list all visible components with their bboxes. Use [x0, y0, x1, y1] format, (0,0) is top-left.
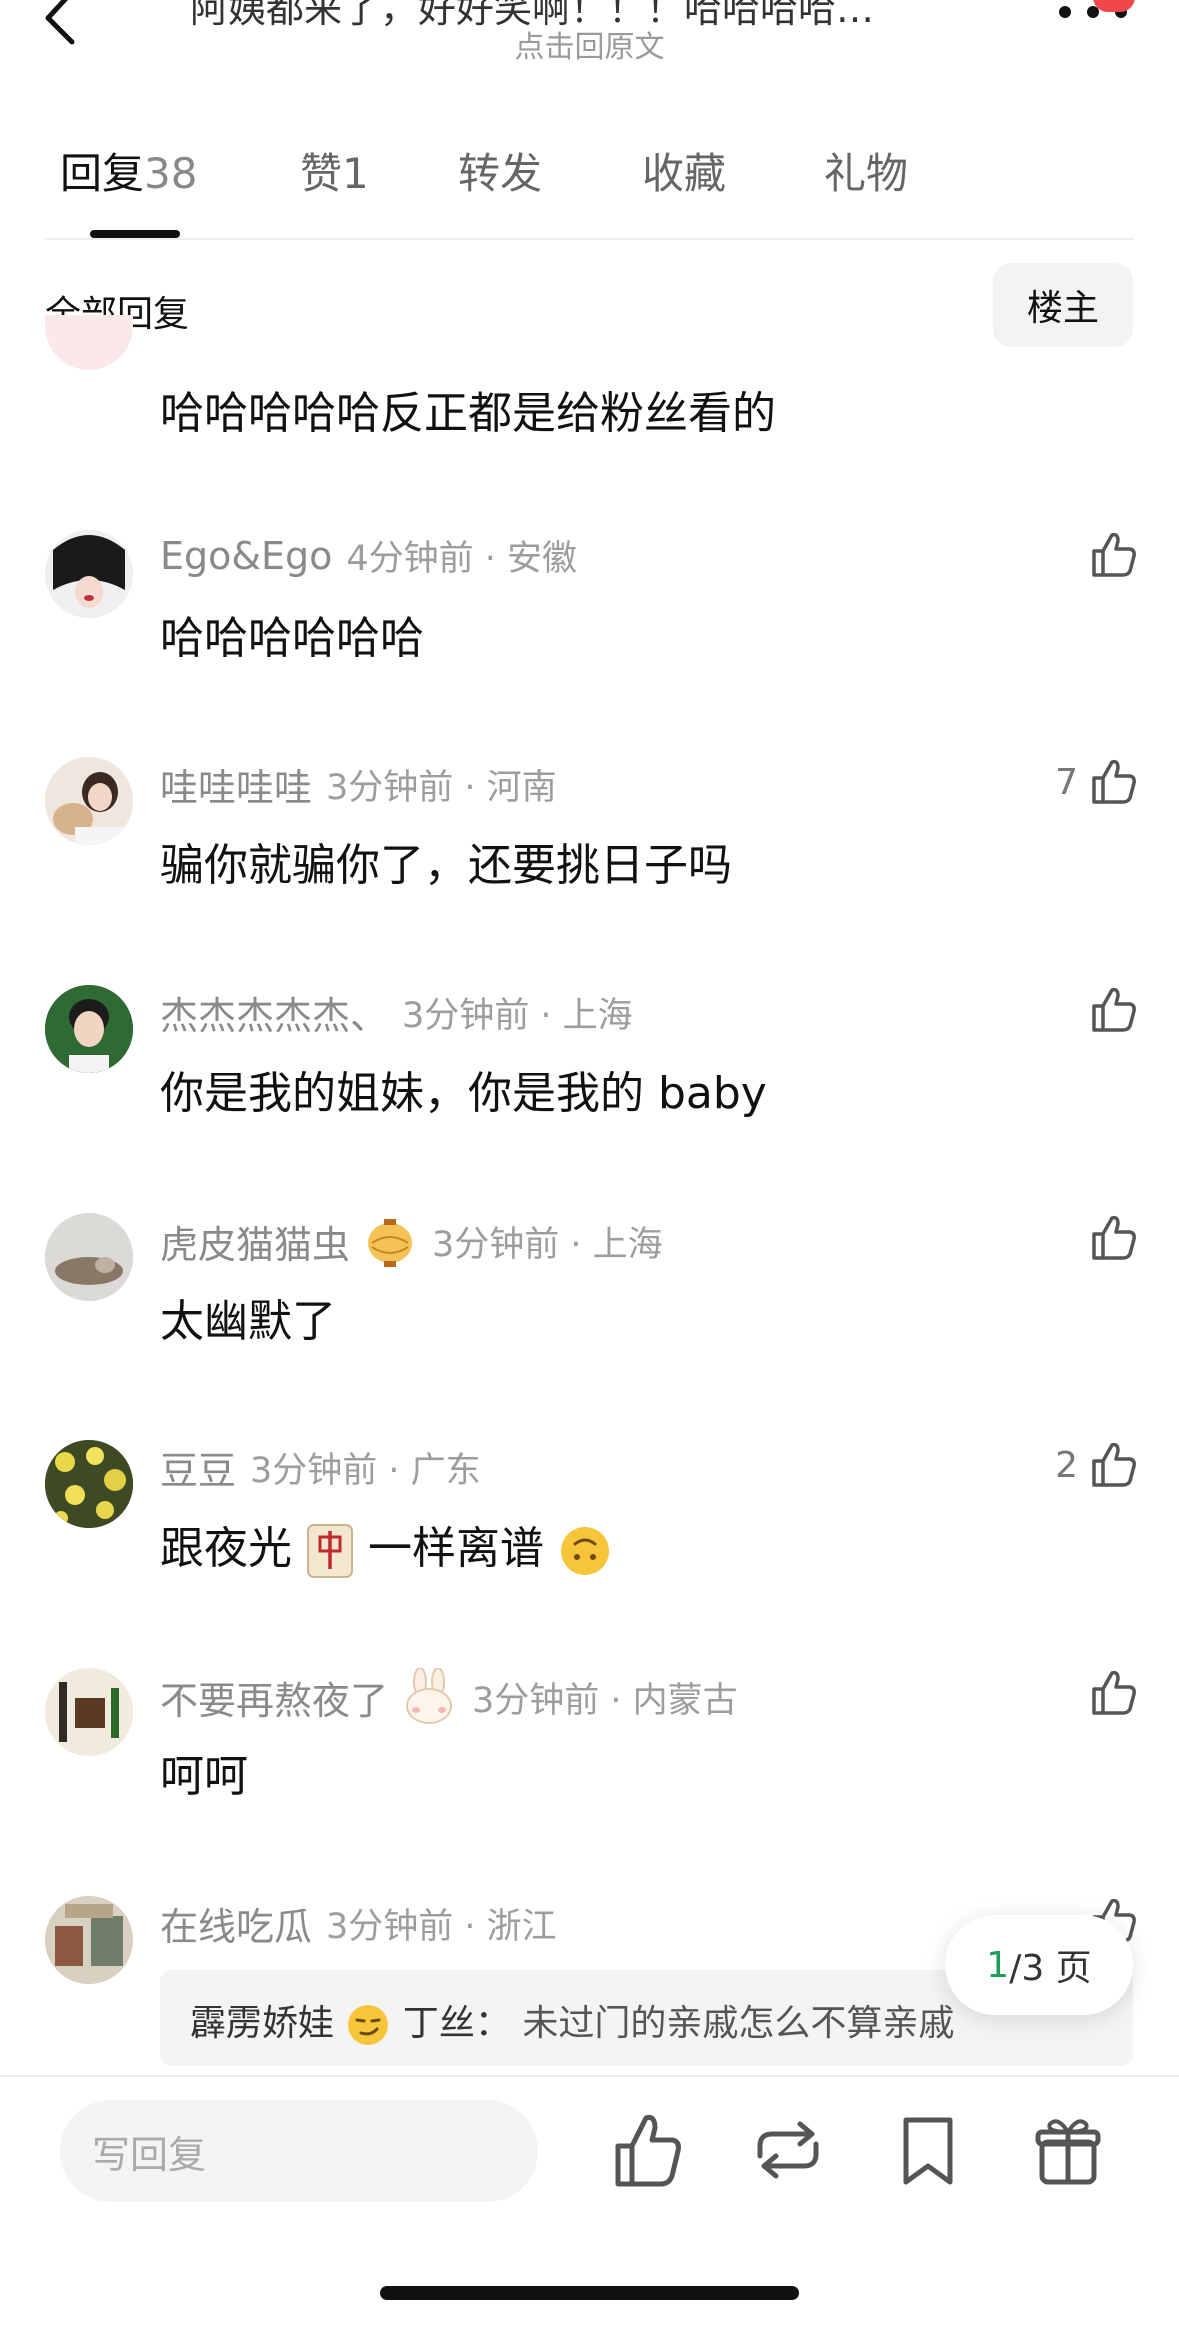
- tab-likes[interactable]: 赞1: [300, 140, 369, 201]
- like-button[interactable]: [1040, 520, 1140, 590]
- thumbs-up-icon: [1092, 1670, 1136, 1715]
- like-button[interactable]: 7: [1040, 747, 1140, 817]
- timestamp-location: 3分钟前 · 上海: [402, 996, 633, 1036]
- like-count: 2: [1055, 1444, 1078, 1486]
- comment-meta: 虎皮猫猫虫 3分钟前 · 上海: [160, 1213, 663, 1269]
- timestamp-location: 3分钟前 · 浙江: [326, 1907, 557, 1947]
- comment-text: 太幽默了: [160, 1296, 336, 1347]
- timestamp-location: 3分钟前 · 内蒙古: [472, 1680, 738, 1721]
- timestamp-location: 4分钟前 · 安徽: [346, 539, 578, 579]
- thumbs-up-icon: [1092, 759, 1136, 804]
- avatar[interactable]: [45, 985, 133, 1073]
- gift-icon[interactable]: [1028, 2108, 1108, 2192]
- like-button[interactable]: [1040, 1658, 1140, 1728]
- mahjong-zhong-icon: [307, 1524, 353, 1578]
- page-indicator[interactable]: 1 /3 页: [945, 1915, 1133, 2015]
- like-button[interactable]: 2: [1040, 1430, 1140, 1500]
- tab-bar: 回复38 赞1 转发 收藏 礼物: [0, 140, 1179, 240]
- comment-text: 哈哈哈哈哈反正都是给粉丝看的: [160, 388, 776, 439]
- tab-replies[interactable]: 回复38: [60, 140, 197, 201]
- upside-down-face-icon: [561, 1527, 609, 1575]
- thumbs-up-icon: [1092, 532, 1136, 577]
- comment-text: 哈哈哈哈哈哈: [160, 613, 424, 664]
- current-page: 1: [986, 1944, 1010, 1986]
- bookmark-icon[interactable]: [888, 2108, 968, 2192]
- avatar[interactable]: [45, 1896, 133, 1984]
- avatar[interactable]: [45, 1668, 133, 1756]
- like-post-icon[interactable]: [608, 2108, 688, 2192]
- comment-meta: Ego&Ego 4分钟前 · 安徽: [160, 530, 577, 581]
- quoted-reply-text: 霹雳娇娃 丁丝： 未过门的亲戚怎么不算亲戚: [190, 1994, 954, 2048]
- username[interactable]: Ego&Ego: [160, 534, 332, 578]
- username[interactable]: 豆豆: [160, 1440, 236, 1495]
- total-pages: /3 页: [1009, 1948, 1092, 1989]
- comment-meta: 在线吃瓜 3分钟前 · 浙江: [160, 1896, 557, 1951]
- reply-input[interactable]: 写回复: [60, 2100, 538, 2202]
- repost-icon[interactable]: [748, 2108, 828, 2192]
- active-tab-indicator: [90, 230, 180, 238]
- comment-text: 骗你就骗你了，还要挑日子吗: [160, 840, 732, 891]
- avatar[interactable]: [45, 530, 133, 618]
- tab-favorites[interactable]: 收藏: [642, 140, 726, 201]
- smirk-face-icon: [348, 2005, 389, 2045]
- back-to-original-link[interactable]: 点击回原文: [0, 22, 1179, 66]
- like-button[interactable]: [1040, 1203, 1140, 1273]
- divider: [0, 2075, 1179, 2077]
- thumbs-up-icon: [1092, 987, 1136, 1032]
- comment-text: 你是我的姐妹，你是我的 baby: [160, 1068, 767, 1119]
- username[interactable]: 哇哇哇哇: [160, 757, 312, 812]
- comment-meta: 哇哇哇哇 3分钟前 · 河南: [160, 757, 557, 812]
- divider: [45, 238, 1134, 240]
- rabbit-icon: [406, 1668, 453, 1724]
- lantern-icon: [368, 1219, 413, 1267]
- like-count: 7: [1055, 761, 1078, 803]
- tab-gifts[interactable]: 礼物: [824, 140, 908, 201]
- top-bar: 阿姨都来了，好好笑啊！！！哈哈哈哈… 点击回原文: [0, 0, 1179, 90]
- comment-text: 跟夜光 一样离谱: [160, 1512, 612, 1579]
- username[interactable]: 在线吃瓜: [160, 1896, 312, 1951]
- comment-text: 呵呵: [160, 1751, 248, 1802]
- comment-meta: 不要再熬夜了 3分钟前 · 内蒙古: [160, 1668, 738, 1726]
- avatar[interactable]: [45, 1213, 133, 1301]
- username[interactable]: 杰杰杰杰杰、: [160, 985, 388, 1040]
- avatar[interactable]: [45, 757, 133, 845]
- thumbs-up-icon: [1092, 1442, 1136, 1487]
- username[interactable]: 虎皮猫猫虫: [160, 1214, 350, 1269]
- owner-filter-button[interactable]: 楼主: [993, 263, 1133, 347]
- avatar[interactable]: [45, 315, 133, 370]
- comment-meta: 杰杰杰杰杰、 3分钟前 · 上海: [160, 985, 633, 1040]
- timestamp-location: 3分钟前 · 广东: [250, 1451, 481, 1491]
- comment-meta: 豆豆 3分钟前 · 广东: [160, 1440, 481, 1495]
- timestamp-location: 3分钟前 · 上海: [432, 1224, 663, 1265]
- tab-reposts[interactable]: 转发: [458, 140, 542, 201]
- thumbs-up-icon: [1092, 1215, 1136, 1260]
- username[interactable]: 不要再熬夜了: [160, 1670, 388, 1725]
- timestamp-location: 3分钟前 · 河南: [326, 768, 557, 808]
- like-button[interactable]: [1040, 975, 1140, 1045]
- avatar[interactable]: [45, 1440, 133, 1528]
- home-indicator: [380, 2286, 799, 2300]
